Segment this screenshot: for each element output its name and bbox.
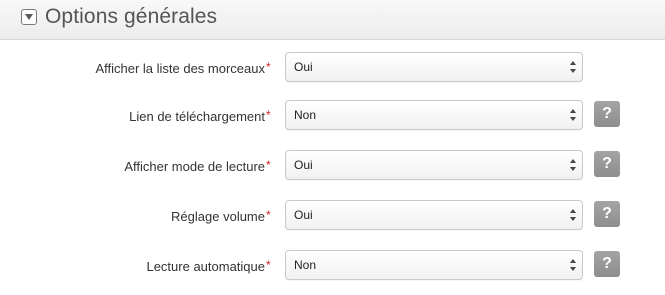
help-button-autoplay[interactable]: ?	[594, 251, 620, 277]
section-header[interactable]: Options générales	[0, 0, 665, 40]
required-marker: *	[266, 258, 271, 272]
select-download-link[interactable]: Non	[285, 100, 583, 130]
label-volume: Réglage volume	[171, 209, 265, 224]
label-autoplay: Lecture automatique	[146, 259, 265, 274]
required-marker: *	[266, 158, 271, 172]
form-row-play-mode: Afficher mode de lecture * Oui ?	[0, 150, 665, 184]
required-marker: *	[266, 208, 271, 222]
form-row-volume: Réglage volume * Oui ?	[0, 200, 665, 234]
select-value: Non	[294, 258, 317, 272]
up-down-arrows-icon	[570, 159, 576, 171]
select-value: Non	[294, 108, 317, 122]
up-down-arrows-icon	[570, 61, 576, 73]
form-row-autoplay: Lecture automatique * Non ?	[0, 250, 665, 284]
required-marker: *	[266, 108, 271, 122]
label-download-link: Lien de téléchargement	[129, 109, 265, 124]
select-value: Oui	[294, 60, 313, 74]
select-play-mode[interactable]: Oui	[285, 150, 583, 180]
label-play-mode: Afficher mode de lecture	[124, 159, 265, 174]
up-down-arrows-icon	[570, 259, 576, 271]
select-value: Oui	[294, 208, 313, 222]
triangle-down-icon[interactable]	[21, 9, 37, 25]
up-down-arrows-icon	[570, 109, 576, 121]
label-show-playlist: Afficher la liste des morceaux	[95, 61, 265, 76]
select-value: Oui	[294, 158, 313, 172]
section-title: Options générales	[45, 5, 218, 28]
up-down-arrows-icon	[570, 209, 576, 221]
help-button-download-link[interactable]: ?	[594, 101, 620, 127]
form-row-playlist: Afficher la liste des morceaux * Oui	[0, 52, 665, 86]
required-marker: *	[266, 60, 271, 74]
select-show-playlist[interactable]: Oui	[285, 52, 583, 82]
help-button-volume[interactable]: ?	[594, 201, 620, 227]
select-autoplay[interactable]: Non	[285, 250, 583, 280]
select-volume[interactable]: Oui	[285, 200, 583, 230]
form-row-download: Lien de téléchargement * Non ?	[0, 100, 665, 134]
help-button-play-mode[interactable]: ?	[594, 151, 620, 177]
